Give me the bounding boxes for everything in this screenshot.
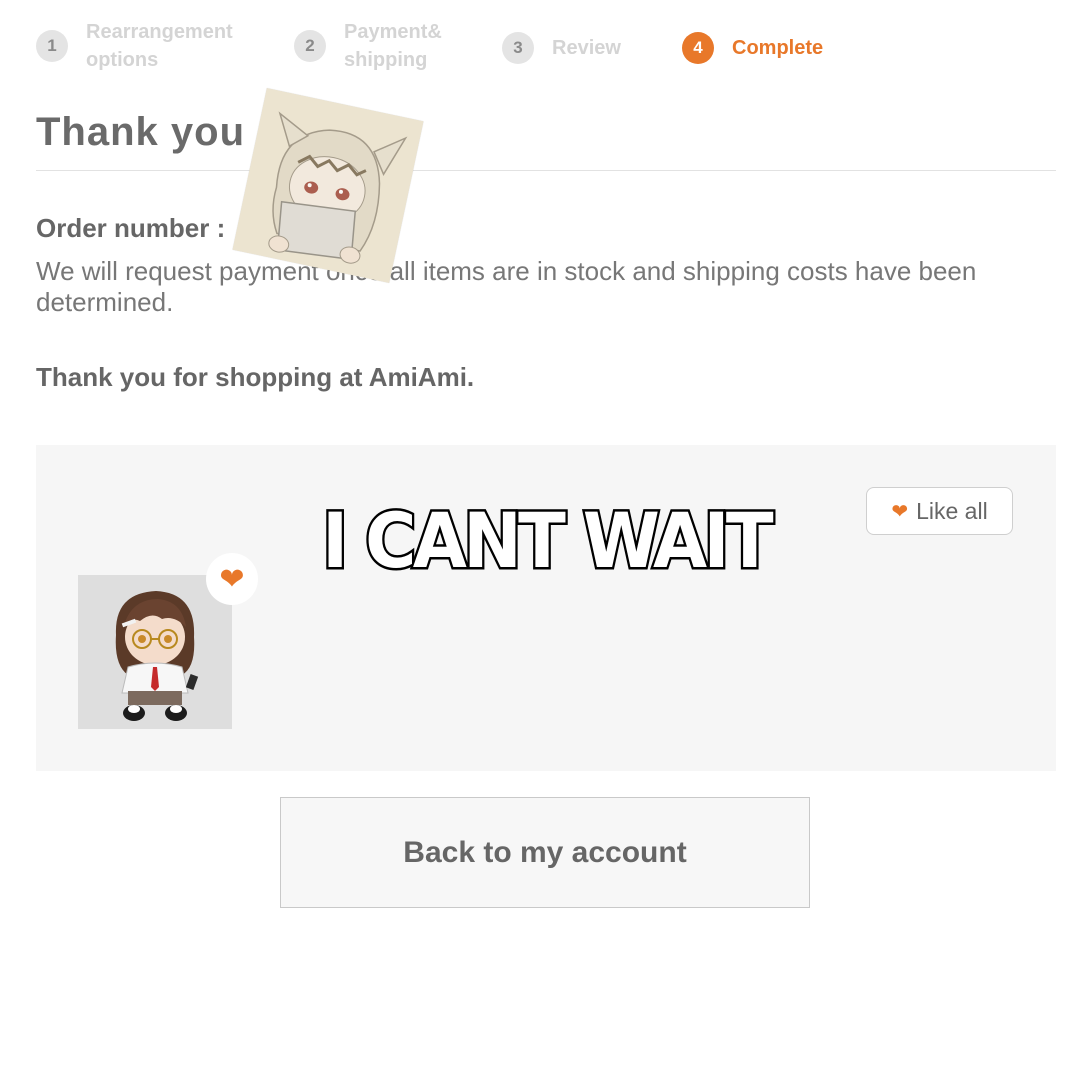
meme-caption: I CANT WAIT <box>320 494 776 588</box>
step-payment-shipping: 2 Payment& shipping <box>294 18 464 74</box>
step-label: Payment& shipping <box>344 21 442 71</box>
ordered-items-panel: ❤ Like all ❤ <box>36 445 1056 771</box>
product-image[interactable] <box>78 575 232 729</box>
order-complete-page: 1 Rearrangement options 2 Payment& shipp… <box>0 0 1092 1080</box>
step-label: Rearrangement options <box>86 21 233 71</box>
step-rearrangement: 1 Rearrangement options <box>36 18 246 74</box>
thanks-message: Thank you for shopping at AmiAmi. <box>36 362 475 392</box>
step-number: 4 <box>682 32 714 64</box>
step-label: Complete <box>732 37 824 59</box>
step-number: 2 <box>294 30 326 62</box>
step-number: 1 <box>36 30 68 62</box>
step-complete: 4 Complete <box>682 32 892 64</box>
order-number-label: Order number : <box>36 213 226 243</box>
page-title: Thank you <box>36 110 246 154</box>
back-to-account-button[interactable]: Back to my account <box>280 797 810 908</box>
step-review: 3 Review <box>502 32 712 64</box>
anime-sticker-image <box>232 88 424 283</box>
title-divider <box>36 170 1056 171</box>
payment-note: We will request payment once all items a… <box>36 256 977 317</box>
step-number: 3 <box>502 32 534 64</box>
